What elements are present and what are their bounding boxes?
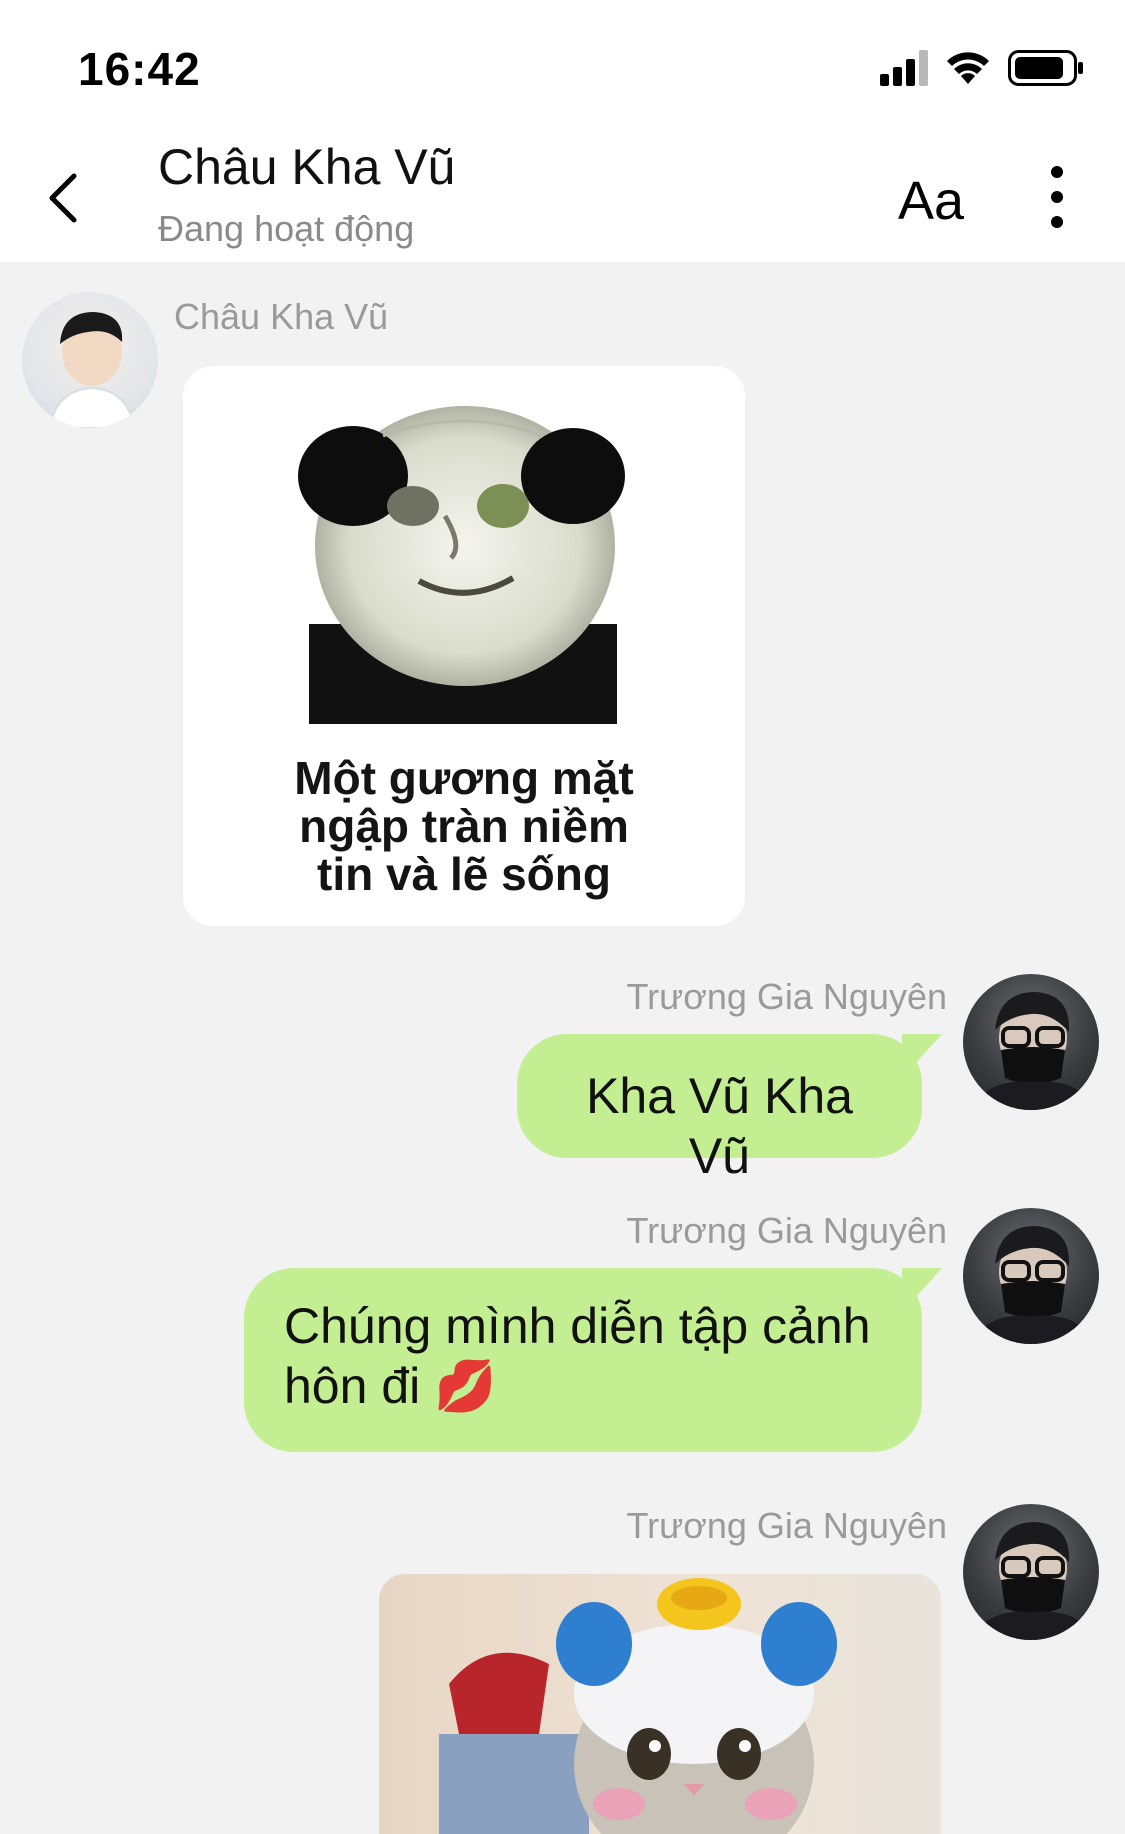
bubble-tail (902, 1268, 942, 1312)
more-icon[interactable] (1040, 160, 1074, 234)
message-text-line: hôn đi 💋 (284, 1356, 882, 1416)
signal-icon (880, 50, 928, 86)
avatar[interactable] (963, 1504, 1099, 1640)
avatar[interactable] (22, 292, 158, 428)
message-bubble[interactable]: Chúng mình diễn tập cảnh hôn đi 💋 (244, 1268, 922, 1452)
wifi-icon (947, 52, 989, 84)
caption-line: ngập tràn niềm (299, 800, 629, 852)
person-photo-icon (973, 1522, 1093, 1640)
message-bubble[interactable]: Kha Vũ Kha Vũ (517, 1034, 922, 1184)
battery-icon (1008, 50, 1083, 86)
sticker-message[interactable]: Một gương mặt ngập tràn niềm tin và lẽ s… (183, 366, 745, 926)
font-size-button[interactable]: Aa (898, 170, 964, 232)
chat-header: Châu Kha Vũ Đang hoạt động Aa (0, 130, 1125, 262)
caption-line: tin và lẽ sống (317, 848, 611, 900)
bubble-tail (902, 1034, 942, 1078)
status-time: 16:42 (78, 43, 201, 95)
back-icon[interactable] (44, 170, 84, 226)
sender-name: Trương Gia Nguyên (626, 1505, 947, 1546)
message-text: hôn đi (284, 1358, 421, 1414)
sender-name: Châu Kha Vũ (174, 296, 389, 337)
status-bar: 16:42 (0, 0, 1125, 130)
panda-meme-sticker (298, 406, 625, 724)
person-photo-icon (973, 1226, 1093, 1344)
avatar[interactable] (963, 1208, 1099, 1344)
contact-name[interactable]: Châu Kha Vũ (158, 138, 455, 196)
sender-name: Trương Gia Nguyên (626, 1210, 947, 1251)
contact-status: Đang hoạt động (158, 208, 415, 249)
sender-name: Trương Gia Nguyên (626, 976, 947, 1017)
cat-photo (379, 1574, 941, 1834)
avatar[interactable] (963, 974, 1099, 1110)
person-photo-icon (973, 992, 1093, 1110)
sticker-caption: Một gương mặt ngập tràn niềm tin và lẽ s… (183, 754, 745, 898)
message-text: Kha Vũ Kha Vũ (586, 1068, 853, 1184)
kiss-emoji-icon: 💋 (434, 1358, 497, 1414)
message-text: Chúng mình diễn tập cảnh (284, 1298, 871, 1354)
caption-line: Một gương mặt (294, 752, 634, 804)
image-message[interactable] (379, 1574, 941, 1834)
person-photo-icon (48, 312, 136, 428)
